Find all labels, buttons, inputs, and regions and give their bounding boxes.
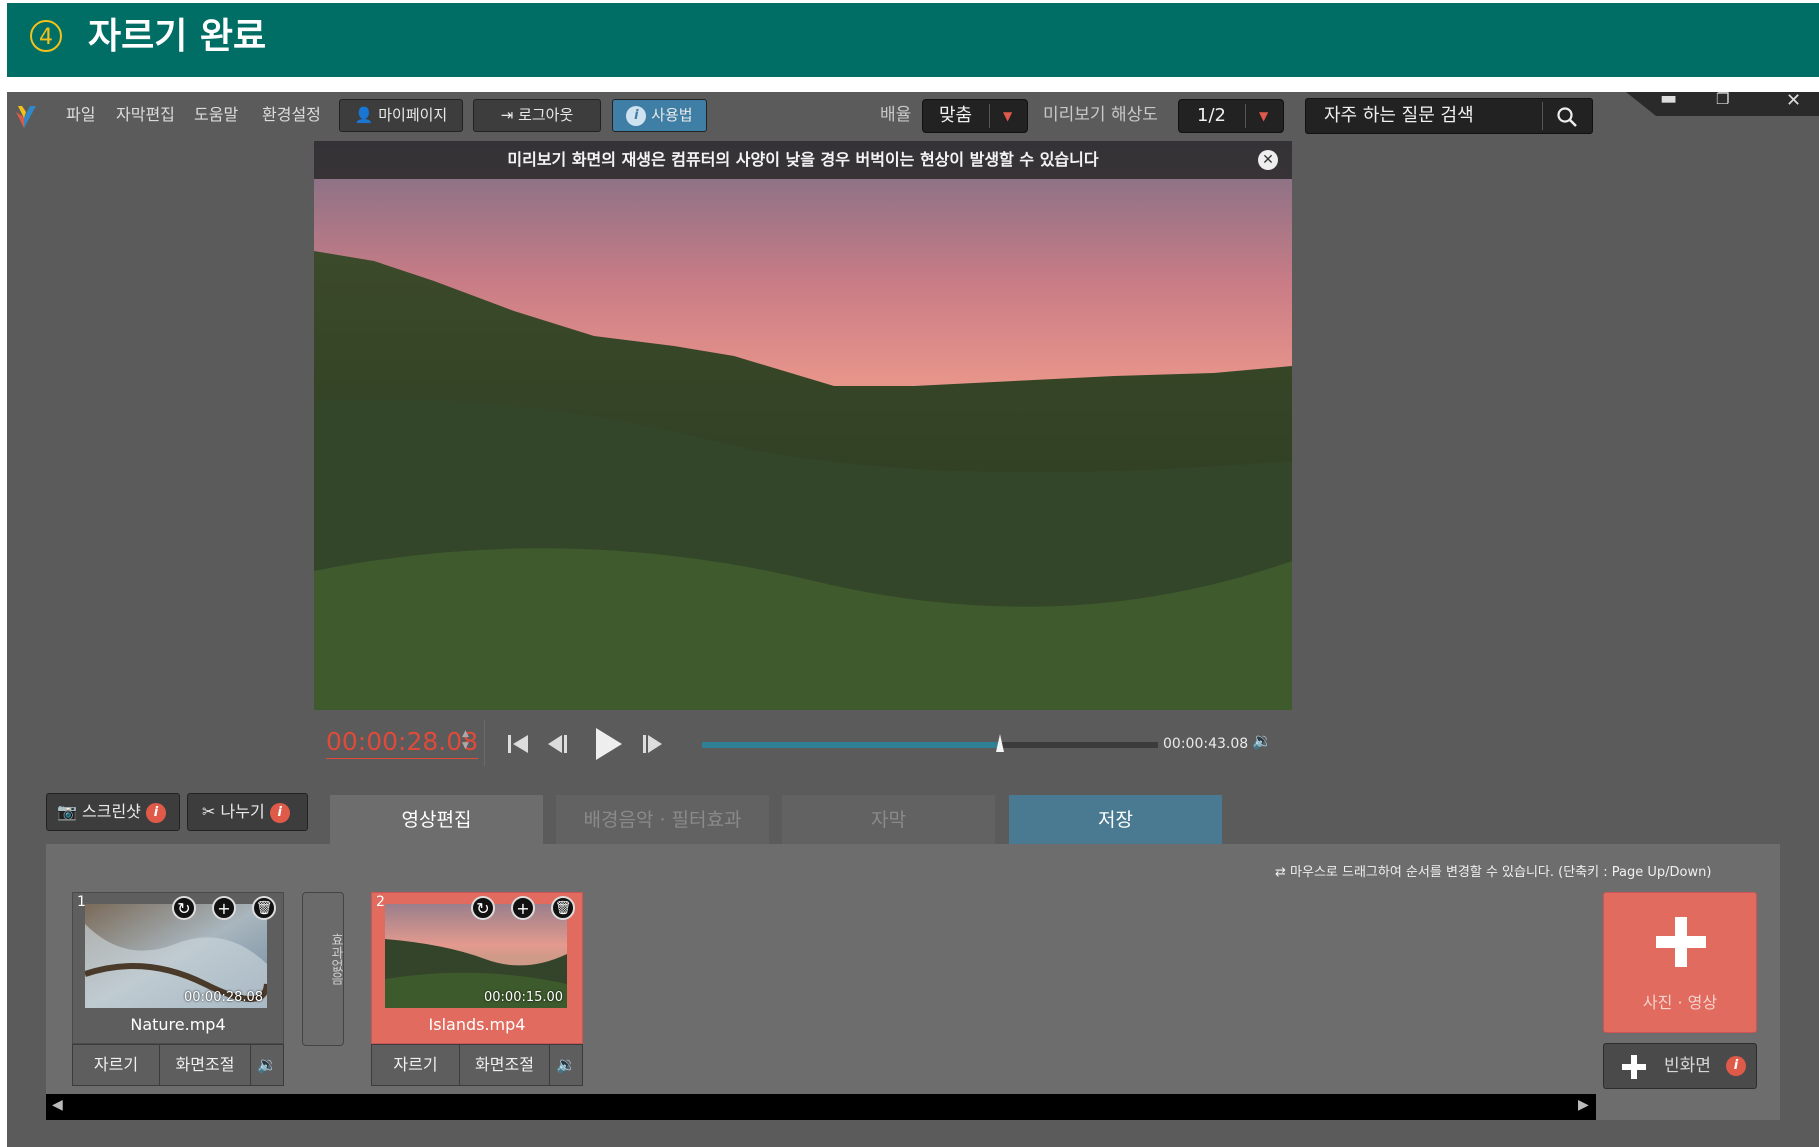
tab-video-edit[interactable]: 영상편집 bbox=[330, 795, 543, 845]
preview-frame-image bbox=[314, 141, 1292, 710]
timeline-scrollbar[interactable]: ◀ ▶ bbox=[46, 1094, 1596, 1120]
timecode-stepper-icon[interactable]: ▲ ▼ bbox=[462, 728, 469, 752]
search-icon[interactable] bbox=[1556, 106, 1578, 128]
split-label: 나누기 bbox=[220, 802, 265, 821]
preview-notice-bar: 미리보기 화면의 재생은 컴퓨터의 사양이 낮을 경우 버벅이는 현상이 발생할… bbox=[314, 141, 1292, 179]
clip-filename: Nature.mp4 bbox=[130, 1015, 226, 1034]
cut-button[interactable]: 자르기 bbox=[371, 1044, 460, 1086]
logout-label: 로그아웃 bbox=[518, 106, 574, 124]
clip-duration: 00:00:28.08 bbox=[184, 990, 264, 1005]
cut-button[interactable]: 자르기 bbox=[72, 1044, 160, 1086]
zoom-dropdown[interactable]: 맞춤 ▼ bbox=[922, 99, 1028, 133]
search-divider bbox=[1542, 102, 1543, 130]
menu-subtitle-edit[interactable]: 자막편집 bbox=[116, 104, 175, 126]
chevron-down-icon: ▼ bbox=[1003, 109, 1013, 123]
chevron-down-icon: ▼ bbox=[1259, 109, 1269, 123]
add-icon[interactable]: + bbox=[212, 896, 236, 920]
progress-handle[interactable] bbox=[995, 734, 1005, 752]
play-icon[interactable] bbox=[592, 726, 624, 762]
user-icon: 👤 bbox=[354, 106, 374, 124]
tab-bgm-filter[interactable]: 배경음악 · 필터효과 bbox=[556, 795, 769, 845]
playback-progress-bar[interactable] bbox=[702, 734, 1158, 752]
app-logo-icon bbox=[16, 106, 36, 128]
add-photo-video-button[interactable]: 사진 · 영상 bbox=[1603, 892, 1757, 1033]
split-button[interactable]: ✂ 나누기 i bbox=[187, 793, 308, 831]
step-banner bbox=[7, 3, 1819, 77]
resolution-dropdown[interactable]: 1/2 ▼ bbox=[1178, 99, 1284, 133]
info-icon[interactable]: i bbox=[269, 802, 290, 823]
add-media-label: 사진 · 영상 bbox=[1642, 993, 1718, 1012]
logout-button[interactable]: ⇥ 로그아웃 bbox=[473, 99, 601, 132]
speed-icon[interactable]: ↻ bbox=[172, 896, 196, 920]
restore-icon[interactable]: ❐ bbox=[1716, 90, 1729, 108]
clip-filename: Islands.mp4 bbox=[428, 1015, 526, 1034]
info-icon: i bbox=[626, 105, 647, 126]
plus-icon bbox=[1622, 1055, 1646, 1079]
resolution-divider bbox=[1245, 104, 1246, 128]
menu-file[interactable]: 파일 bbox=[66, 104, 95, 126]
volume-icon[interactable]: 🔉 bbox=[1252, 731, 1272, 750]
camera-icon: 📷 bbox=[57, 802, 77, 821]
minimize-icon[interactable]: ▬ bbox=[1660, 88, 1677, 109]
skip-start-icon[interactable] bbox=[506, 732, 530, 756]
zoom-divider bbox=[989, 104, 990, 128]
menu-help[interactable]: 도움말 bbox=[194, 104, 238, 126]
faq-search-input[interactable]: 자주 하는 질문 검색 bbox=[1305, 98, 1593, 134]
usage-button[interactable]: i 사용법 bbox=[612, 99, 707, 132]
clip-duration: 00:00:15.00 bbox=[484, 990, 564, 1005]
reorder-hint: ⇄ 마우스로 드래그하여 순서를 변경할 수 있습니다. (단축키 : Page… bbox=[1275, 865, 1712, 880]
resolution-label: 미리보기 해상도 bbox=[1043, 105, 1158, 125]
total-timecode: 00:00:43.08 bbox=[1163, 736, 1249, 752]
add-blank-screen-button[interactable]: 빈화면 i bbox=[1603, 1043, 1757, 1089]
adjust-screen-button[interactable]: 화면조절 bbox=[459, 1044, 550, 1086]
effect-label: 효과없음 bbox=[328, 933, 343, 985]
step-title: 자르기 완료 bbox=[88, 16, 267, 57]
current-timecode[interactable]: 00:00:28.08 bbox=[326, 726, 479, 759]
tab-save[interactable]: 저장 bbox=[1009, 795, 1222, 845]
clip-volume-icon[interactable]: 🔉 bbox=[549, 1044, 583, 1086]
usage-label: 사용법 bbox=[651, 106, 693, 124]
zoom-label: 배율 bbox=[880, 105, 912, 125]
add-icon[interactable]: + bbox=[511, 896, 535, 920]
delete-icon[interactable]: 🗑 bbox=[551, 896, 575, 920]
resolution-value: 1/2 bbox=[1197, 105, 1226, 126]
clip-number: 2 bbox=[376, 894, 385, 910]
delete-icon[interactable]: 🗑 bbox=[252, 896, 276, 920]
zoom-value: 맞춤 bbox=[939, 105, 973, 126]
plus-icon bbox=[1656, 917, 1706, 967]
video-preview bbox=[314, 141, 1292, 710]
menu-settings[interactable]: 환경설정 bbox=[262, 104, 321, 126]
logout-icon: ⇥ bbox=[500, 106, 514, 124]
speed-icon[interactable]: ↻ bbox=[471, 896, 495, 920]
search-placeholder: 자주 하는 질문 검색 bbox=[1324, 105, 1474, 126]
mypage-label: 마이페이지 bbox=[378, 106, 448, 124]
screenshot-button[interactable]: 📷 스크린샷 i bbox=[46, 793, 180, 831]
tab-subtitle[interactable]: 자막 bbox=[782, 795, 995, 845]
mypage-button[interactable]: 👤 마이페이지 bbox=[339, 99, 463, 132]
screenshot-label: 스크린샷 bbox=[82, 802, 141, 821]
step-back-icon[interactable] bbox=[544, 732, 570, 756]
preview-notice-text: 미리보기 화면의 재생은 컴퓨터의 사양이 낮을 경우 버벅이는 현상이 발생할… bbox=[507, 150, 1099, 169]
step-number-badge: 4 bbox=[30, 20, 62, 52]
blank-screen-label: 빈화면 bbox=[1664, 1056, 1711, 1076]
notice-close-icon[interactable]: ✕ bbox=[1258, 150, 1278, 170]
progress-fill bbox=[702, 742, 1000, 748]
transition-effect-slot[interactable]: 효과없음 bbox=[302, 892, 344, 1046]
clip-volume-icon[interactable]: 🔉 bbox=[250, 1044, 284, 1086]
step-forward-icon[interactable] bbox=[640, 732, 666, 756]
scroll-left-icon[interactable]: ◀ bbox=[52, 1097, 63, 1113]
scroll-right-icon[interactable]: ▶ bbox=[1578, 1097, 1589, 1113]
close-icon[interactable]: ✕ bbox=[1786, 90, 1801, 111]
controls-divider bbox=[484, 720, 485, 766]
info-icon[interactable]: i bbox=[1726, 1056, 1746, 1076]
scissors-icon: ✂ bbox=[202, 802, 216, 821]
adjust-screen-button[interactable]: 화면조절 bbox=[159, 1044, 251, 1086]
info-icon[interactable]: i bbox=[146, 802, 166, 823]
